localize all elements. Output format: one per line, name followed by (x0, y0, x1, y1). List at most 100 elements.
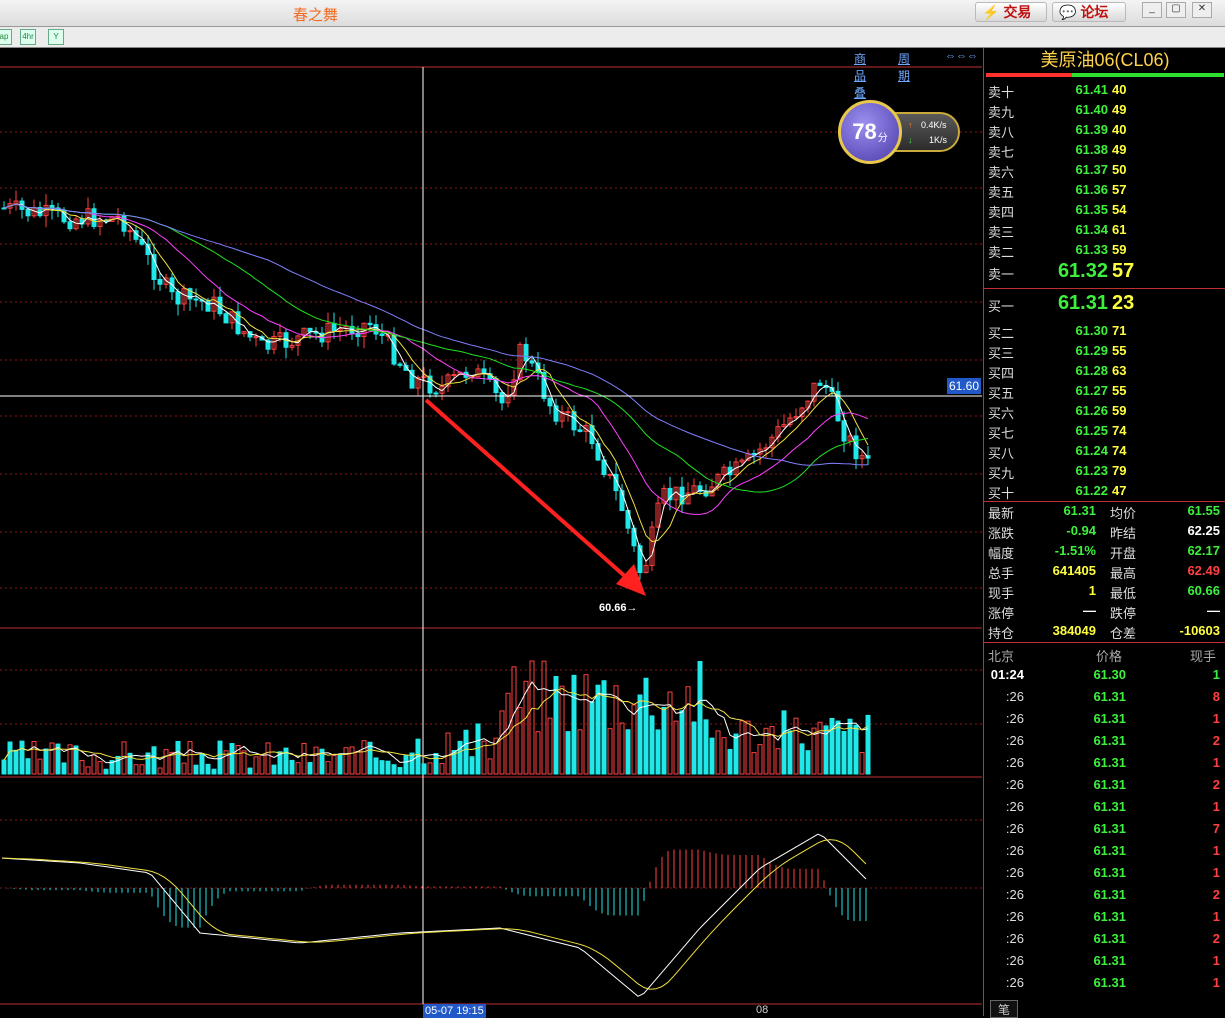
volume-bar (673, 720, 679, 775)
toolbar: ap 4hr Y (0, 27, 1225, 48)
period-link[interactable]: 周期 (898, 50, 910, 84)
volume-bar (337, 754, 343, 775)
stat-row: 总手 641405 最高 62.49 (984, 561, 1225, 581)
upload-speed: 0.4K/s (921, 120, 947, 130)
tick-row: 01:24 61.30 1 (984, 664, 1225, 686)
bid-price: 61.22 (1075, 483, 1108, 498)
tick-time: :26 (1005, 887, 1024, 902)
bid-row[interactable]: 买三 61.29 55 (984, 341, 1225, 361)
bid-price: 61.28 (1075, 363, 1108, 378)
tick-row: :26 61.31 1 (984, 862, 1225, 884)
stat-label: 持仓 (988, 626, 1015, 641)
candle-body (379, 333, 385, 337)
macd-dif-line (1, 833, 867, 997)
stat-label: 最高 (1110, 566, 1137, 581)
volume-bar (781, 710, 787, 775)
volume-bar (853, 724, 859, 775)
bid-row[interactable]: 买二 61.30 71 (984, 321, 1225, 341)
tick-row: :26 61.31 1 (984, 708, 1225, 730)
volume-bar (733, 733, 739, 775)
close-icon[interactable]: ✕ (1192, 2, 1212, 18)
ask-row[interactable]: 卖七 61.38 49 (984, 140, 1225, 160)
candle-body (619, 490, 625, 512)
app-title: 春之舞 (293, 7, 339, 24)
candle-body (547, 397, 553, 407)
forum-button[interactable]: 💬 论坛 (1052, 2, 1126, 22)
tick-volume: 1 (1212, 799, 1220, 814)
volume-bar (829, 717, 835, 775)
period-y-icon[interactable]: Y (48, 29, 64, 45)
tick-row: :26 61.31 1 (984, 972, 1225, 994)
tick-time: :26 (1005, 777, 1024, 792)
volume-bar (367, 741, 373, 775)
candle-body (331, 322, 337, 332)
ask-row[interactable]: 卖三 61.34 61 (984, 220, 1225, 240)
ask-volume: 40 (1112, 122, 1127, 137)
volume-bar (631, 704, 637, 775)
stat-value: 384049 (1052, 623, 1096, 638)
score-badge[interactable]: ↑ 0.4K/s ↓ 1K/s 78 分 (836, 100, 960, 168)
ask-row[interactable]: 卖十 61.41 40 (984, 80, 1225, 100)
bid-ask-ratio-bar (986, 73, 1224, 77)
stat-value: -0.94 (1066, 523, 1096, 538)
tick-time: :26 (1005, 711, 1024, 726)
restore-icon[interactable]: ▢ (1166, 2, 1186, 18)
bid-row[interactable]: 买九 61.23 79 (984, 461, 1225, 481)
bid-price: 61.24 (1075, 443, 1108, 458)
ask-price: 61.40 (1075, 102, 1108, 117)
stat-value: 62.49 (1187, 563, 1220, 578)
tick-price: 61.31 (1093, 931, 1126, 946)
volume-bar (511, 666, 517, 775)
ask-row[interactable]: 卖九 61.40 49 (984, 100, 1225, 120)
bid-row[interactable]: 买五 61.27 55 (984, 381, 1225, 401)
volume-bar (439, 763, 445, 775)
minimize-icon[interactable]: _ (1142, 2, 1162, 18)
period-tab-icon[interactable]: ap (0, 29, 12, 45)
trade-button[interactable]: ⚡ 交易 (975, 2, 1047, 22)
bid-row[interactable]: 买六 61.26 59 (984, 401, 1225, 421)
forum-button-label: 论坛 (1080, 4, 1109, 20)
volume-bar (391, 764, 397, 775)
tick-price: 61.31 (1093, 733, 1126, 748)
tick-tab[interactable]: 笔 (990, 1000, 1018, 1018)
period-4hr-icon[interactable]: 4hr (20, 29, 36, 45)
stat-value: 60.66 (1187, 583, 1220, 598)
ask-volume: 61 (1112, 222, 1127, 237)
bid-label: 买六 (988, 406, 1015, 421)
volume-bar (751, 752, 757, 775)
ask-row[interactable]: 卖六 61.37 50 (984, 160, 1225, 180)
bid-row[interactable]: 买七 61.25 74 (984, 421, 1225, 441)
zoom-arrows-icon[interactable]: ⇔⇔⇔ (945, 50, 978, 62)
ask-label: 卖一 (988, 267, 1015, 282)
ask-label: 卖二 (988, 245, 1015, 260)
score-circle[interactable]: 78 分 (838, 100, 902, 164)
tick-volume: 1 (1212, 953, 1220, 968)
volume-bar (151, 746, 157, 775)
kline-chart[interactable] (0, 48, 982, 1016)
stat-row: 现手 1 最低 60.66 (984, 581, 1225, 601)
tick-volume: 1 (1212, 909, 1220, 924)
chart-area[interactable]: 商品叠加 周期 ⇔⇔⇔ 61.60 60.66→ 05-07 19:15 08 … (0, 48, 982, 1018)
bid-row[interactable]: 买十 61.22 47 (984, 481, 1225, 501)
tick-price: 61.31 (1093, 843, 1126, 858)
bid-label: 买四 (988, 366, 1015, 381)
ask-volume: 59 (1112, 242, 1127, 257)
ask-row[interactable]: 卖五 61.36 57 (984, 180, 1225, 200)
ask-row[interactable]: 卖八 61.39 40 (984, 120, 1225, 140)
volume-bar (433, 753, 439, 775)
tick-volume: 2 (1212, 733, 1220, 748)
ask-price: 61.39 (1075, 122, 1108, 137)
bid-row[interactable]: 买四 61.28 63 (984, 361, 1225, 381)
ask-row[interactable]: 卖二 61.33 59 (984, 240, 1225, 260)
candle-body (493, 378, 499, 394)
volume-bar (205, 763, 211, 775)
chat-bubble-icon: 💬 (1059, 3, 1077, 20)
ask-row[interactable]: 卖一 61.32 57 (984, 260, 1225, 282)
tick-price: 61.31 (1093, 821, 1126, 836)
volume-bar (13, 749, 19, 775)
bid-row[interactable]: 买一 61.31 23 (984, 292, 1225, 314)
volume-bar (79, 759, 85, 775)
stat-value: 62.25 (1187, 523, 1220, 538)
bid-row[interactable]: 买八 61.24 74 (984, 441, 1225, 461)
ask-row[interactable]: 卖四 61.35 54 (984, 200, 1225, 220)
